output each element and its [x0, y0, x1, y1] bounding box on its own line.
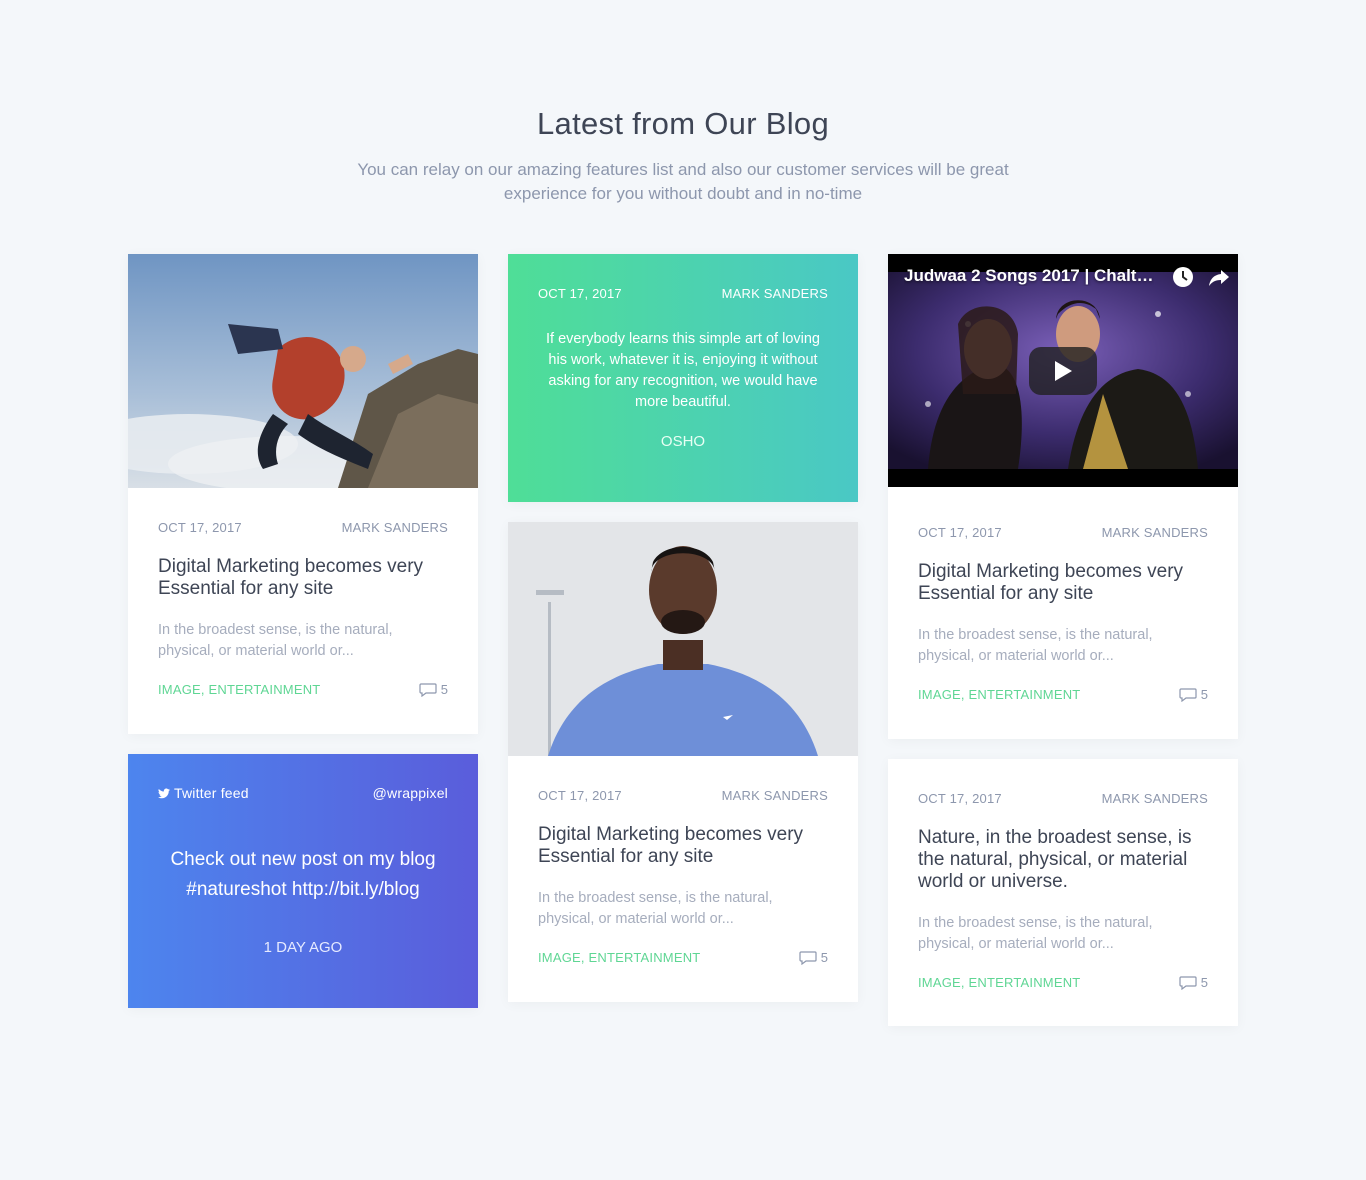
post-title[interactable]: Nature, in the broadest sense, is the na…	[918, 827, 1208, 893]
quote-card[interactable]: OCT 17, 2017 MARK SANDERS If everybody l…	[508, 254, 858, 502]
post-date: OCT 17, 2017	[538, 788, 622, 803]
twitter-feed-label: Twitter feed	[158, 785, 249, 801]
tweet-text: Check out new post on my blog #naturesho…	[170, 849, 436, 900]
post-meta: OCT 17, 2017 MARK SANDERS	[158, 520, 448, 535]
share-icon[interactable]	[1208, 266, 1230, 288]
blog-card-3[interactable]: Judwaa 2 Songs 2017 | Chalti... OCT 17, …	[888, 254, 1238, 739]
video-title[interactable]: Judwaa 2 Songs 2017 | Chalti...	[904, 266, 1154, 286]
watch-later-icon[interactable]	[1172, 266, 1194, 288]
comments-count[interactable]: 5	[1179, 687, 1208, 702]
post-excerpt: In the broadest sense, is the natural, p…	[918, 915, 1153, 952]
post-author[interactable]: MARK SANDERS	[1102, 525, 1208, 540]
quote-text: If everybody learns this simple art of l…	[545, 331, 820, 410]
post-image[interactable]	[128, 254, 478, 488]
twitter-icon	[158, 788, 170, 798]
post-tags[interactable]: IMAGE, ENTERTAINMENT	[918, 975, 1080, 990]
quote-by: OSHO	[660, 433, 706, 450]
post-author[interactable]: MARK SANDERS	[1102, 791, 1208, 806]
post-image[interactable]	[508, 522, 858, 756]
video-player[interactable]: Judwaa 2 Songs 2017 | Chalti...	[888, 254, 1238, 487]
post-author[interactable]: MARK SANDERS	[342, 520, 448, 535]
blog-card-1[interactable]: OCT 17, 2017 MARK SANDERS Digital Market…	[128, 254, 478, 734]
post-excerpt: In the broadest sense, is the natural, p…	[918, 627, 1153, 664]
post-tags[interactable]: IMAGE, ENTERTAINMENT	[158, 682, 320, 697]
twitter-handle[interactable]: @wrappixel	[373, 785, 448, 801]
post-title[interactable]: Digital Marketing becomes very Essential…	[538, 824, 828, 868]
post-date: OCT 17, 2017	[158, 520, 242, 535]
comments-count[interactable]: 5	[1179, 975, 1208, 990]
post-author[interactable]: MARK SANDERS	[722, 788, 828, 803]
quote-date: OCT 17, 2017	[538, 286, 622, 301]
twitter-card[interactable]: Twitter feed @wrappixel Check out new po…	[128, 754, 478, 1008]
comments-count[interactable]: 5	[419, 682, 448, 697]
play-icon	[1055, 361, 1072, 381]
post-excerpt: In the broadest sense, is the natural, p…	[538, 890, 773, 927]
tweet-time: 1 DAY AGO	[263, 939, 343, 956]
post-title[interactable]: Digital Marketing becomes very Essential…	[158, 556, 448, 600]
blog-card-4[interactable]: OCT 17, 2017 MARK SANDERS Nature, in the…	[888, 759, 1238, 1026]
section-subtitle: You can relay on our amazing features li…	[357, 160, 1009, 203]
comment-icon	[419, 682, 437, 697]
blog-card-2[interactable]: OCT 17, 2017 MARK SANDERS Digital Market…	[508, 522, 858, 1002]
quote-author-meta[interactable]: MARK SANDERS	[722, 286, 828, 301]
comment-icon	[799, 950, 817, 965]
comments-count[interactable]: 5	[799, 950, 828, 965]
post-title[interactable]: Digital Marketing becomes very Essential…	[918, 561, 1208, 605]
comment-icon	[1179, 687, 1197, 702]
post-tags[interactable]: IMAGE, ENTERTAINMENT	[918, 687, 1080, 702]
post-tags[interactable]: IMAGE, ENTERTAINMENT	[538, 950, 700, 965]
play-button[interactable]	[1029, 347, 1097, 395]
post-date: OCT 17, 2017	[918, 525, 1002, 540]
section-title: Latest from Our Blog	[536, 106, 829, 141]
post-excerpt: In the broadest sense, is the natural, p…	[158, 622, 393, 659]
comment-icon	[1179, 975, 1197, 990]
post-date: OCT 17, 2017	[918, 791, 1002, 806]
blog-section: Latest from Our Blog You can relay on ou…	[0, 0, 1366, 1180]
